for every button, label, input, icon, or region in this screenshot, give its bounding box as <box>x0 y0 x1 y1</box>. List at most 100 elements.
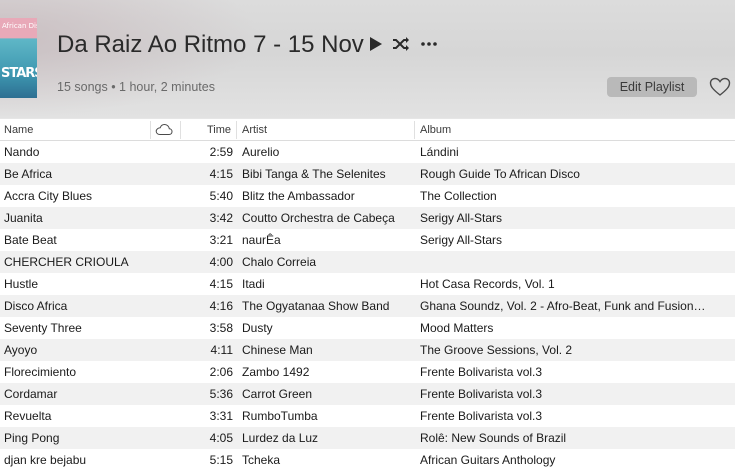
column-header-name[interactable]: Name <box>4 124 33 136</box>
song-artist: Zambo 1492 <box>242 365 310 379</box>
song-time: 5:40 <box>209 189 233 203</box>
table-row[interactable]: Ayoyo 4:11 Chinese Man The Groove Sessio… <box>0 339 735 361</box>
love-button[interactable] <box>709 77 731 97</box>
more-options-button[interactable] <box>420 36 438 52</box>
heart-icon <box>709 77 731 96</box>
song-name: Nando <box>4 145 40 159</box>
table-row[interactable]: Be Africa 4:15 Bibi Tanga & The Selenite… <box>0 163 735 185</box>
song-table-header: Name Time Artist Album <box>0 118 735 141</box>
table-row[interactable]: Accra City Blues 5:40 Blitz the Ambassad… <box>0 185 735 207</box>
shuffle-icon <box>393 37 409 51</box>
column-divider <box>236 121 237 139</box>
song-time: 3:58 <box>209 321 233 335</box>
ellipsis-icon <box>421 42 437 46</box>
column-divider <box>150 121 151 139</box>
table-row[interactable]: Revuelta 3:31 RumboTumba Frente Bolivari… <box>0 405 735 427</box>
artwork-word: STARS <box>1 66 37 81</box>
song-artist: Carrot Green <box>242 387 313 401</box>
playlist-artwork[interactable]: African Disco STARS <box>0 18 37 98</box>
song-time: 2:06 <box>209 365 233 379</box>
song-album: Ghana Soundz, Vol. 2 - Afro-Beat, Funk a… <box>420 299 706 313</box>
table-row[interactable]: Bate Beat 3:21 naurÊa Serigy All-Stars <box>0 229 735 251</box>
song-album: The Collection <box>420 189 497 203</box>
song-artist: Itadi <box>242 277 265 291</box>
song-artist: The Ogyatanaa Show Band <box>242 299 390 313</box>
shuffle-button[interactable] <box>392 36 410 52</box>
song-time: 4:15 <box>209 277 233 291</box>
column-divider <box>414 121 415 139</box>
playlist-title: Da Raiz Ao Ritmo 7 - 15 Nov <box>57 31 364 58</box>
song-time: 3:42 <box>209 211 233 225</box>
song-name: djan kre bejabu <box>4 453 87 467</box>
table-row[interactable]: Disco Africa 4:16 The Ogyatanaa Show Ban… <box>0 295 735 317</box>
table-row[interactable]: Cordamar 5:36 Carrot Green Frente Boliva… <box>0 383 735 405</box>
column-header-artist[interactable]: Artist <box>242 124 267 136</box>
song-name: Disco Africa <box>4 299 68 313</box>
song-name: Cordamar <box>4 387 58 401</box>
song-artist: RumboTumba <box>242 409 318 423</box>
song-name: Bate Beat <box>4 233 57 247</box>
header-backdrop <box>0 0 260 118</box>
song-album: African Guitars Anthology <box>420 453 556 467</box>
playlist-header: African Disco STARS Da Raiz Ao Ritmo 7 -… <box>0 0 735 118</box>
song-time: 5:36 <box>209 387 233 401</box>
column-divider <box>180 121 181 139</box>
song-album: Mood Matters <box>420 321 494 335</box>
table-row[interactable]: djan kre bejabu 5:15 Tcheka African Guit… <box>0 449 735 471</box>
song-artist: Blitz the Ambassador <box>242 189 355 203</box>
song-list: Nando 2:59 Aurelio Lándini Be Africa 4:1… <box>0 141 735 471</box>
song-album: Frente Bolivarista vol.3 <box>420 387 543 401</box>
song-artist: Dusty <box>242 321 273 335</box>
cloud-icon[interactable] <box>155 123 173 136</box>
song-name: Revuelta <box>4 409 52 423</box>
song-name: Accra City Blues <box>4 189 93 203</box>
song-album: Rough Guide To African Disco <box>420 167 580 181</box>
song-album: The Groove Sessions, Vol. 2 <box>420 343 573 357</box>
song-name: CHERCHER CRIOULA <box>4 255 129 269</box>
song-name: Be Africa <box>4 167 53 181</box>
table-row[interactable]: Nando 2:59 Aurelio Lándini <box>0 141 735 163</box>
song-time: 2:59 <box>209 145 233 159</box>
song-time: 4:16 <box>209 299 233 313</box>
playlist-summary: 15 songs • 1 hour, 2 minutes <box>57 80 215 94</box>
song-album: Serigy All-Stars <box>420 211 503 225</box>
song-artist: naurÊa <box>242 233 281 247</box>
song-artist: Chinese Man <box>242 343 313 357</box>
song-album: Lándini <box>420 145 459 159</box>
song-name: Seventy Three <box>4 321 82 335</box>
table-row[interactable]: Hustle 4:15 Itadi Hot Casa Records, Vol.… <box>0 273 735 295</box>
song-name: Hustle <box>4 277 39 291</box>
song-album: Frente Bolivarista vol.3 <box>420 365 543 379</box>
song-name: Florecimiento <box>4 365 77 379</box>
table-row[interactable]: Ping Pong 4:05 Lurdez da Luz Rolê: New S… <box>0 427 735 449</box>
song-album: Serigy All-Stars <box>420 233 503 247</box>
song-album: Frente Bolivarista vol.3 <box>420 409 543 423</box>
song-time: 4:11 <box>210 343 233 357</box>
song-time: 4:00 <box>209 255 233 269</box>
song-time: 3:21 <box>209 233 233 247</box>
edit-playlist-button[interactable]: Edit Playlist <box>607 77 697 97</box>
song-album: Rolê: New Sounds of Brazil <box>420 431 567 445</box>
table-row[interactable]: Juanita 3:42 Coutto Orchestra de Cabeça … <box>0 207 735 229</box>
table-row[interactable]: Seventy Three 3:58 Dusty Mood Matters <box>0 317 735 339</box>
song-artist: Lurdez da Luz <box>242 431 319 445</box>
song-artist: Chalo Correia <box>242 255 317 269</box>
song-time: 4:15 <box>209 167 233 181</box>
song-name: Ping Pong <box>4 431 60 445</box>
artwork-caption: African Disco <box>2 22 37 30</box>
play-icon <box>370 37 382 51</box>
column-header-album[interactable]: Album <box>420 124 451 136</box>
table-row[interactable]: CHERCHER CRIOULA 4:00 Chalo Correia <box>0 251 735 273</box>
table-row[interactable]: Florecimiento 2:06 Zambo 1492 Frente Bol… <box>0 361 735 383</box>
song-name: Ayoyo <box>4 343 38 357</box>
play-button[interactable] <box>368 36 386 52</box>
song-album: Hot Casa Records, Vol. 1 <box>420 277 555 291</box>
song-artist: Coutto Orchestra de Cabeça <box>242 211 395 225</box>
song-time: 3:31 <box>209 409 233 423</box>
song-name: Juanita <box>4 211 43 225</box>
song-time: 5:15 <box>209 453 233 467</box>
song-artist: Bibi Tanga & The Selenites <box>242 167 386 181</box>
column-header-time[interactable]: Time <box>207 124 231 136</box>
song-time: 4:05 <box>209 431 233 445</box>
song-artist: Tcheka <box>242 453 281 467</box>
